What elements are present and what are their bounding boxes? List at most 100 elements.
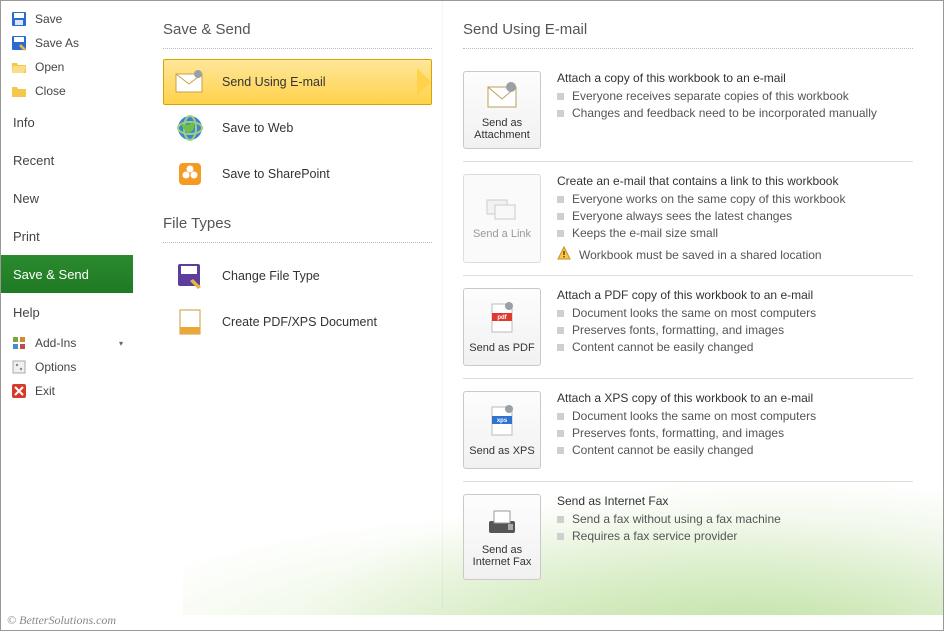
xps-heading: Attach a XPS copy of this workbook to an…: [557, 391, 913, 405]
dropdown-caret-icon: ▾: [119, 339, 123, 348]
sidebar-recent[interactable]: Recent: [1, 141, 133, 179]
sidebar-save-label: Save: [35, 12, 62, 26]
attach-heading: Attach a copy of this workbook to an e-m…: [557, 71, 913, 85]
fax-icon: [485, 507, 519, 540]
link-b2: Everyone always sees the latest changes: [572, 209, 792, 223]
sidebar-options-label: Options: [35, 360, 76, 374]
send-xps-label: Send as XPS: [469, 445, 534, 457]
sidebar-exit[interactable]: Exit: [1, 379, 133, 403]
bullet-icon: [557, 310, 564, 317]
sidebar-open[interactable]: Open: [1, 55, 133, 79]
option-send-link: Send a Link Create an e-mail that contai…: [463, 162, 913, 275]
send-attachment-label: Send as Attachment: [468, 117, 536, 141]
fax-b2: Requires a fax service provider: [572, 529, 737, 543]
option-send-pdf: pdf Send as PDF Attach a PDF copy of thi…: [463, 276, 913, 378]
category-save-sp-label: Save to SharePoint: [222, 167, 330, 181]
xps-b2: Preserves fonts, formatting, and images: [572, 426, 784, 440]
svg-text:pdf: pdf: [497, 315, 507, 321]
pdf-icon: pdf: [487, 301, 517, 338]
options-icon: [11, 359, 27, 375]
send-link-label: Send a Link: [473, 228, 531, 240]
sidebar-addins-label: Add-Ins: [35, 336, 76, 350]
send-pdf-button[interactable]: pdf Send as PDF: [463, 288, 541, 366]
category-create-pdf-xps[interactable]: Create PDF/XPS Document: [163, 299, 432, 345]
fax-b1: Send a fax without using a fax machine: [572, 512, 781, 526]
sidebar-addins[interactable]: Add-Ins ▾: [1, 331, 133, 355]
send-fax-button[interactable]: Send as Internet Fax: [463, 494, 541, 580]
sidebar-print-label: Print: [13, 229, 40, 244]
sidebar-new-label: New: [13, 191, 39, 206]
send-pdf-label: Send as PDF: [469, 342, 534, 354]
sidebar-info[interactable]: Info: [1, 103, 133, 141]
category-save-web[interactable]: Save to Web: [163, 105, 432, 151]
change-filetype-icon: [174, 260, 206, 292]
send-fax-label: Send as Internet Fax: [468, 544, 536, 568]
category-save-web-label: Save to Web: [222, 121, 293, 135]
sidebar-open-label: Open: [35, 60, 64, 74]
section-file-types: File Types: [163, 215, 432, 232]
xps-icon: xps: [487, 404, 517, 441]
attachment-icon: [485, 80, 519, 113]
folder-close-icon: [11, 83, 27, 99]
sidebar-save-send[interactable]: Save & Send: [1, 255, 133, 293]
bullet-icon: [557, 327, 564, 334]
svg-text:xps: xps: [497, 418, 508, 424]
save-disk-icon: [11, 11, 27, 27]
xps-b1: Document looks the same on most computer…: [572, 409, 816, 423]
sidebar-close-label: Close: [35, 84, 66, 98]
link-b1: Everyone works on the same copy of this …: [572, 192, 845, 206]
pdf-b3: Content cannot be easily changed: [572, 340, 753, 354]
sidebar-recent-label: Recent: [13, 153, 54, 168]
send-xps-button[interactable]: xps Send as XPS: [463, 391, 541, 469]
right-title: Send Using E-mail: [463, 21, 913, 38]
send-email-panel: Send Using E-mail Send as Attachment Att…: [443, 1, 943, 609]
category-send-email-label: Send Using E-mail: [222, 75, 326, 89]
pdf-heading: Attach a PDF copy of this workbook to an…: [557, 288, 913, 302]
bullet-icon: [557, 196, 564, 203]
attach-b1: Everyone receives separate copies of thi…: [572, 89, 849, 103]
send-attachment-button[interactable]: Send as Attachment: [463, 71, 541, 149]
bullet-icon: [557, 93, 564, 100]
attach-b2: Changes and feedback need to be incorpor…: [572, 106, 877, 120]
sidebar-options[interactable]: Options: [1, 355, 133, 379]
bullet-icon: [557, 110, 564, 117]
sidebar-help[interactable]: Help: [1, 293, 133, 331]
category-save-sharepoint[interactable]: Save to SharePoint: [163, 151, 432, 197]
bullet-icon: [557, 344, 564, 351]
sidebar-save-send-label: Save & Send: [13, 267, 89, 282]
sharepoint-icon: [174, 158, 206, 190]
addins-icon: [11, 335, 27, 351]
pdf-xps-icon: [174, 306, 206, 338]
link-mail-icon: [485, 197, 519, 224]
link-warn: Workbook must be saved in a shared locat…: [579, 248, 822, 262]
category-send-email[interactable]: Send Using E-mail: [163, 59, 432, 105]
sidebar-close[interactable]: Close: [1, 79, 133, 103]
option-send-attachment: Send as Attachment Attach a copy of this…: [463, 59, 913, 161]
link-b3: Keeps the e-mail size small: [572, 226, 718, 240]
sidebar-save-as-label: Save As: [35, 36, 79, 50]
sidebar-new[interactable]: New: [1, 179, 133, 217]
exit-icon: [11, 383, 27, 399]
bullet-icon: [557, 413, 564, 420]
bullet-icon: [557, 447, 564, 454]
pdf-b2: Preserves fonts, formatting, and images: [572, 323, 784, 337]
sidebar-save[interactable]: Save: [1, 7, 133, 31]
xps-b3: Content cannot be easily changed: [572, 443, 753, 457]
sidebar-print[interactable]: Print: [1, 217, 133, 255]
save-as-icon: [11, 35, 27, 51]
bullet-icon: [557, 213, 564, 220]
warning-icon: [557, 246, 571, 263]
pdf-b1: Document looks the same on most computer…: [572, 306, 816, 320]
sidebar-save-as[interactable]: Save As: [1, 31, 133, 55]
bullet-icon: [557, 533, 564, 540]
category-change-filetype[interactable]: Change File Type: [163, 253, 432, 299]
folder-open-icon: [11, 59, 27, 75]
fax-heading: Send as Internet Fax: [557, 494, 913, 508]
sidebar-exit-label: Exit: [35, 384, 55, 398]
section-save-send: Save & Send: [163, 21, 432, 38]
option-send-xps: xps Send as XPS Attach a XPS copy of thi…: [463, 379, 913, 481]
save-send-categories: Save & Send Send Using E-mail Save to We…: [133, 1, 443, 609]
category-change-filetype-label: Change File Type: [222, 269, 320, 283]
option-send-fax: Send as Internet Fax Send as Internet Fa…: [463, 482, 913, 592]
bullet-icon: [557, 430, 564, 437]
